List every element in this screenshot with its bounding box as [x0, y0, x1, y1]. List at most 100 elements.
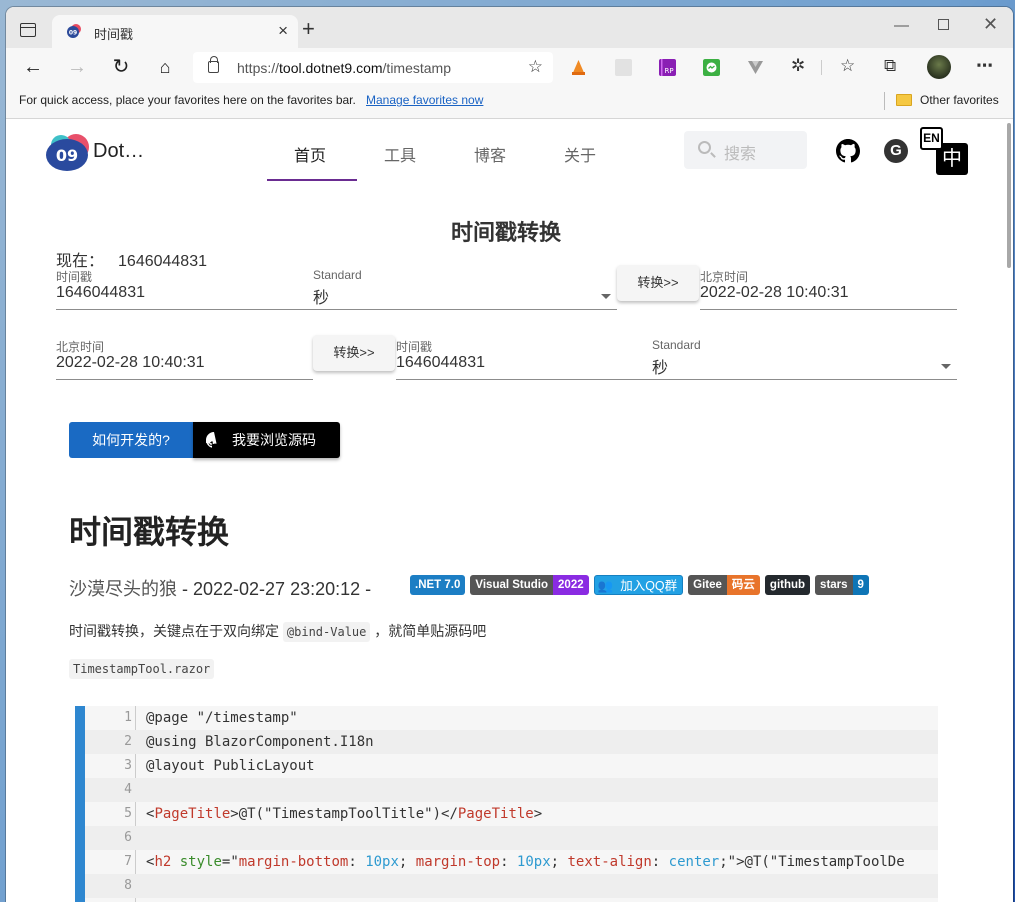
refresh-icon[interactable]: ↻	[110, 56, 132, 78]
favorites-bar: For quick access, place your favorites h…	[6, 86, 1013, 119]
badge-stars-label: stars	[815, 575, 853, 595]
page-scrollbar[interactable]	[1007, 123, 1011, 268]
maximize-icon[interactable]	[938, 19, 949, 30]
beijing-time-value: 2022-02-28 10:40:31	[700, 284, 849, 301]
badge-gitee[interactable]: Gitee 码云	[688, 575, 760, 595]
tab-title: 时间戳	[94, 27, 134, 42]
unit-select-2[interactable]: Standard 秒	[652, 338, 957, 380]
line-number: 8	[124, 878, 132, 893]
other-favorites[interactable]: Other favorites	[920, 93, 999, 107]
beijing-time-label: 北京时间	[700, 270, 749, 284]
react-extension-icon[interactable]	[615, 59, 632, 76]
code-line: 4	[85, 778, 938, 802]
lock-icon	[208, 56, 219, 73]
convert-to-timestamp-button[interactable]: 转换>>	[313, 335, 395, 371]
nav-tools[interactable]: 工具	[384, 142, 416, 166]
code-line: 6	[85, 826, 938, 850]
timestamp-value: 1646044831	[56, 284, 145, 301]
github-icon[interactable]	[836, 139, 860, 163]
tab-close-icon[interactable]: ×	[278, 21, 288, 41]
address-bar[interactable]: https://tool.dotnet9.com/timestamp ☆	[193, 52, 553, 83]
vue-extension-icon[interactable]	[747, 59, 764, 76]
favorites-icon[interactable]: ☆	[840, 56, 855, 76]
nav-blog[interactable]: 博客	[474, 142, 506, 166]
chevron-down-icon	[601, 294, 611, 299]
site-logo[interactable]: 09	[45, 132, 91, 172]
browse-source-button[interactable]: 我要浏览源码	[193, 422, 340, 458]
rp-extension-icon[interactable]: RP	[659, 59, 676, 76]
forward-icon[interactable]: →	[66, 56, 88, 78]
browser-tab[interactable]: 09 时间戳 ×	[52, 15, 298, 48]
badge-github[interactable]: github	[764, 575, 811, 595]
badge-dotnet[interactable]: .NET 7.0	[410, 575, 466, 595]
svg-text:09: 09	[69, 30, 77, 37]
desc-text-after: ，就简单贴源码吧	[374, 623, 487, 639]
messenger-extension-icon[interactable]	[703, 59, 720, 76]
line-number: 4	[124, 782, 132, 797]
nav-active-indicator	[267, 179, 357, 181]
profile-avatar[interactable]	[927, 55, 951, 79]
convert-to-datetime-button[interactable]: 转换>>	[617, 265, 699, 301]
lang-en-toggle[interactable]: EN	[920, 127, 943, 150]
window-close-icon[interactable]: ✕	[983, 14, 998, 35]
collections-icon[interactable]: ⧉	[884, 56, 896, 76]
vlc-extension-icon[interactable]	[570, 59, 587, 76]
folder-icon	[896, 94, 912, 106]
badge-qq-label: 加入QQ群	[620, 579, 678, 593]
search-icon	[698, 141, 711, 154]
datetime-value: 2022-02-28 10:40:31	[56, 354, 205, 371]
code-text: @using BlazorComponent.I18n	[146, 734, 374, 750]
badge-gitee-label: Gitee	[688, 575, 727, 595]
more-menu-icon[interactable]: ⋯	[976, 56, 993, 76]
inline-code-bind-value: @bind-Value	[282, 622, 371, 642]
how-developed-button[interactable]: 如何开发的?	[69, 422, 193, 458]
line-number: 7	[124, 854, 132, 869]
badge-qq-group[interactable]: 👥 加入QQ群	[593, 575, 684, 595]
beijing-time-output[interactable]: 北京时间 2022-02-28 10:40:31	[700, 268, 957, 310]
add-favorite-icon[interactable]: ☆	[528, 57, 543, 77]
gitee-icon[interactable]: G	[884, 139, 908, 163]
line-number: 3	[124, 758, 132, 773]
timestamp-output-label: 时间戳	[396, 340, 433, 354]
line-number: 6	[124, 830, 132, 845]
badge-stars[interactable]: stars 9	[815, 575, 869, 595]
badge-visual-studio[interactable]: Visual Studio 2022	[470, 575, 589, 595]
code-line: 3 @layout PublicLayout	[85, 754, 938, 778]
unit-label-1: Standard	[313, 268, 362, 282]
line-number: 2	[124, 734, 132, 749]
beijing-time-input[interactable]: 北京时间 2022-02-28 10:40:31	[56, 338, 313, 380]
line-number: 5	[124, 806, 132, 821]
code-block: 1 @page "/timestamp" 2 @using BlazorComp…	[75, 706, 938, 902]
site-favicon-icon: 09	[67, 24, 81, 38]
favorites-divider	[884, 92, 885, 110]
site-search-input[interactable]: 搜索	[684, 131, 807, 169]
article-author[interactable]: 沙漠尽头的狼	[69, 579, 177, 599]
minimize-icon[interactable]: —	[894, 17, 909, 34]
svg-text:RP: RP	[664, 67, 673, 75]
code-text: @page "/timestamp"	[146, 710, 298, 726]
home-icon[interactable]: ⌂	[154, 56, 176, 78]
tab-actions-icon[interactable]	[20, 23, 36, 37]
article-date: - 2022-02-27 23:20:12 -	[177, 579, 372, 599]
nav-home[interactable]: 首页	[294, 142, 326, 166]
tool-title: 时间戳转换	[450, 220, 561, 245]
browser-toolbar: ← → ↻ ⌂ https://tool.dotnet9.com/timesta…	[6, 48, 1013, 86]
back-icon[interactable]: ←	[22, 56, 44, 78]
timestamp-input[interactable]: 时间戳 1646044831	[56, 268, 313, 310]
article-description: 时间戳转换，关键点在于双向绑定 @bind-Value ，就简单贴源码吧	[69, 621, 487, 642]
extensions-icon[interactable]: ✲	[791, 56, 805, 76]
nav-about[interactable]: 关于	[564, 142, 596, 166]
url-text[interactable]: https://tool.dotnet9.com/timestamp	[237, 60, 451, 76]
favorites-bar-hint: For quick access, place your favorites h…	[19, 93, 356, 107]
qq-icon: 👥	[597, 579, 614, 593]
new-tab-button[interactable]: +	[302, 16, 315, 42]
unit-label-2: Standard	[652, 338, 701, 352]
toolbar-divider	[821, 60, 822, 75]
brand-name[interactable]: Dot…	[93, 140, 144, 163]
url-path: /timestamp	[382, 60, 452, 76]
unit-select-1[interactable]: Standard 秒	[313, 268, 617, 310]
timestamp-output[interactable]: 时间戳 1646044831	[396, 338, 653, 380]
article-meta: 沙漠尽头的狼 - 2022-02-27 23:20:12 -	[69, 575, 371, 601]
timestamp-label: 时间戳	[56, 270, 93, 284]
manage-favorites-link[interactable]: Manage favorites now	[366, 93, 483, 107]
